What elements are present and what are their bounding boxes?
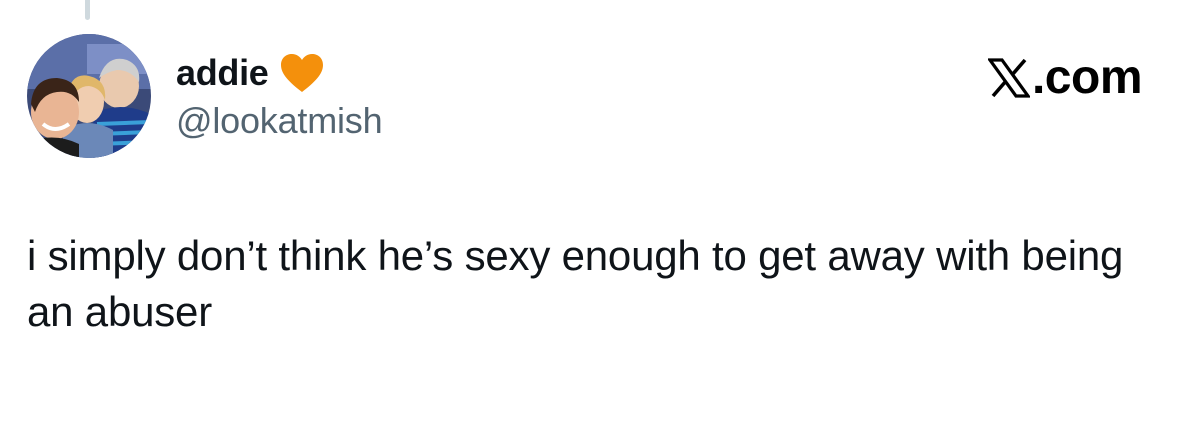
orange-heart-icon bbox=[279, 52, 325, 94]
thread-connector-line bbox=[85, 0, 90, 20]
avatar[interactable] bbox=[27, 34, 151, 158]
author-name-row[interactable]: addie bbox=[176, 48, 325, 98]
author-handle[interactable]: @lookatmish bbox=[176, 100, 383, 142]
brand-watermark: .com bbox=[986, 50, 1143, 105]
tweet-text: i simply don’t think he’s sexy enough to… bbox=[27, 232, 1124, 335]
author-display-name[interactable]: addie bbox=[176, 52, 269, 94]
brand-text: .com bbox=[1031, 51, 1143, 104]
x-logo-icon bbox=[986, 57, 1032, 99]
